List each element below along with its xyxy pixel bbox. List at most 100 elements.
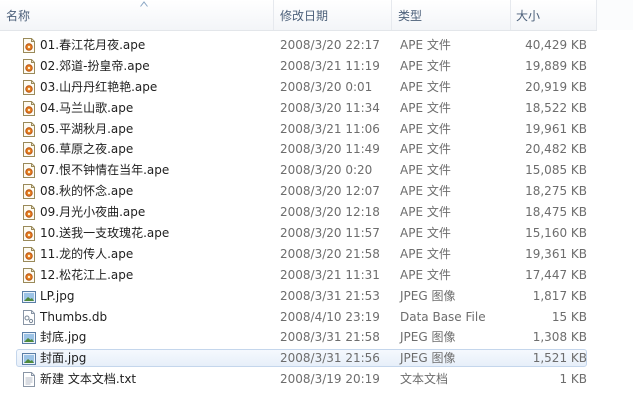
file-modified-date: 2008/3/21 11:19 — [280, 58, 380, 73]
file-name: 05.平湖秋月.ape — [40, 121, 134, 136]
file-modified-date: 2008/3/20 22:17 — [280, 38, 380, 52]
file-name: 11.龙的传人.ape — [40, 246, 134, 261]
file-size: 1,521 KB — [532, 351, 587, 366]
jpeg-image-icon — [22, 330, 36, 345]
file-size: 40,429 KB — [525, 38, 587, 52]
header-filler — [597, 0, 633, 30]
file-row[interactable]: 10.送我一支玫瑰花.ape 2008/3/20 11:57 APE 文件 15,16… — [0, 223, 633, 244]
file-size: 1,817 KB — [532, 288, 587, 303]
file-type: JPEG 图像 — [400, 351, 456, 366]
file-size: 1,308 KB — [532, 330, 587, 345]
ape-file-icon — [22, 121, 36, 137]
file-type: APE 文件 — [400, 246, 451, 261]
file-type: APE 文件 — [400, 267, 451, 282]
ape-file-icon — [22, 184, 36, 200]
file-modified-date: 2008/4/10 23:19 — [280, 309, 380, 324]
file-size: 19,361 KB — [525, 246, 587, 261]
file-type: Data Base File — [400, 309, 486, 324]
file-size: 18,275 KB — [525, 184, 587, 199]
file-size: 17,447 KB — [525, 267, 587, 282]
file-row[interactable]: 09.月光小夜曲.ape 2008/3/20 12:18 APE 文件 18,475 … — [0, 202, 633, 223]
file-size: 20,919 KB — [525, 79, 587, 94]
file-size: 19,961 KB — [525, 121, 587, 136]
file-type: 文本文档 — [400, 372, 449, 387]
ape-file-icon — [22, 38, 36, 53]
ape-file-icon — [22, 226, 36, 242]
file-row[interactable]: 02.郊道-扮皇帝.ape 2008/3/21 11:19 APE 文件 19,889… — [0, 56, 633, 77]
file-name: 08.秋的怀念.ape — [40, 184, 134, 199]
file-type: APE 文件 — [400, 121, 451, 136]
file-row[interactable]: 07.恨不钟情在当年.ape 2008/3/20 0:20 APE 文件 15,085… — [0, 160, 633, 181]
file-type: JPEG 图像 — [400, 288, 456, 303]
file-type: APE 文件 — [400, 79, 451, 94]
column-header-size[interactable]: 大小 — [511, 0, 597, 30]
file-modified-date: 2008/3/20 12:07 — [280, 184, 380, 199]
file-type: APE 文件 — [400, 163, 451, 178]
file-size: 15,160 KB — [525, 226, 587, 241]
file-modified-date: 2008/3/19 20:19 — [280, 372, 380, 387]
file-row[interactable]: 04.马兰山歌.ape 2008/3/20 11:34 APE 文件 18,522 K… — [0, 98, 633, 119]
file-row[interactable]: 03.山丹丹红艳艳.ape 2008/3/20 0:01 APE 文件 20,919 … — [0, 77, 633, 98]
sort-ascending-icon — [140, 1, 148, 7]
file-name: 03.山丹丹红艳艳.ape — [40, 79, 158, 94]
file-name: 封面.jpg — [40, 351, 87, 366]
file-type: APE 文件 — [400, 38, 451, 52]
file-type: APE 文件 — [400, 58, 451, 73]
file-size: 15 KB — [551, 309, 587, 324]
column-header-bar: 名称 修改日期 类型 大小 — [0, 0, 597, 31]
file-name: LP.jpg — [40, 288, 75, 303]
file-modified-date: 2008/3/31 21:58 — [280, 330, 380, 345]
file-size: 20,482 KB — [525, 142, 587, 157]
ape-file-icon — [22, 79, 36, 95]
file-row[interactable]: 05.平湖秋月.ape 2008/3/21 11:06 APE 文件 19,961 K… — [0, 119, 633, 140]
file-type: APE 文件 — [400, 226, 451, 241]
column-header-date-label: 修改日期 — [280, 9, 329, 23]
file-row[interactable]: 01.春江花月夜.ape 2008/3/20 22:17 APE 文件 40,429 … — [0, 35, 633, 56]
text-file-icon — [22, 372, 36, 388]
ape-file-icon — [22, 246, 36, 262]
file-type: APE 文件 — [400, 142, 451, 157]
file-name: 02.郊道-扮皇帝.ape — [40, 58, 150, 73]
file-size: 15,085 KB — [525, 163, 587, 178]
file-row[interactable]: LP.jpg 2008/3/31 21:53 JPEG 图像 1,817 KB — [0, 286, 633, 307]
database-file-icon — [22, 309, 36, 325]
file-modified-date: 2008/3/21 11:06 — [280, 121, 380, 136]
file-modified-date: 2008/3/20 11:57 — [280, 226, 380, 241]
ape-file-icon — [22, 163, 36, 179]
column-header-size-label: 大小 — [516, 9, 541, 23]
file-name: 07.恨不钟情在当年.ape — [40, 163, 170, 178]
file-name: 06.草原之夜.ape — [40, 142, 134, 157]
file-size: 18,522 KB — [525, 100, 587, 115]
file-name: 新建 文本文档.txt — [40, 372, 137, 387]
file-modified-date: 2008/3/31 21:53 — [280, 288, 380, 303]
file-row[interactable]: 新建 文本文档.txt 2008/3/19 20:19 文本文档 1 KB — [0, 369, 633, 390]
jpeg-image-icon — [22, 289, 36, 304]
file-size: 18,475 KB — [525, 205, 587, 220]
ape-file-icon — [22, 205, 36, 221]
file-name: 10.送我一支玫瑰花.ape — [40, 226, 170, 241]
file-row[interactable]: 封面.jpg 2008/3/31 21:56 JPEG 图像 1,521 KB — [0, 348, 633, 369]
file-name: 01.春江花月夜.ape — [40, 38, 146, 52]
column-header-type[interactable]: 类型 — [392, 0, 511, 30]
file-row[interactable]: 封底.jpg 2008/3/31 21:58 JPEG 图像 1,308 KB — [0, 327, 633, 348]
column-header-name-label: 名称 — [6, 9, 31, 23]
file-name: 09.月光小夜曲.ape — [40, 205, 146, 220]
file-row[interactable]: 12.松花江上.ape 2008/3/21 11:31 APE 文件 17,447 K… — [0, 265, 633, 286]
file-explorer-details-view: 名称 修改日期 类型 大小 01.春江花月夜.ape 2008/3/20 22:1… — [0, 0, 633, 420]
file-type: APE 文件 — [400, 100, 451, 115]
file-type: APE 文件 — [400, 184, 451, 199]
file-row[interactable]: 11.龙的传人.ape 2008/3/20 21:58 APE 文件 19,361 K… — [0, 244, 633, 265]
file-name: 12.松花江上.ape — [40, 267, 134, 282]
file-modified-date: 2008/3/20 11:49 — [280, 142, 380, 157]
file-row[interactable]: 08.秋的怀念.ape 2008/3/20 12:07 APE 文件 18,275 K… — [0, 181, 633, 202]
file-type: JPEG 图像 — [400, 330, 456, 345]
file-row[interactable]: Thumbs.db 2008/4/10 23:19 Data Base File 15… — [0, 307, 633, 328]
file-name: Thumbs.db — [40, 309, 108, 324]
file-name: 封底.jpg — [40, 330, 87, 345]
column-header-name[interactable]: 名称 — [0, 0, 274, 30]
ape-file-icon — [22, 100, 36, 116]
column-header-date[interactable]: 修改日期 — [274, 0, 392, 30]
file-modified-date: 2008/3/20 0:01 — [280, 79, 373, 94]
file-name: 04.马兰山歌.ape — [40, 100, 134, 115]
file-row[interactable]: 06.草原之夜.ape 2008/3/20 11:49 APE 文件 20,482 K… — [0, 139, 633, 160]
